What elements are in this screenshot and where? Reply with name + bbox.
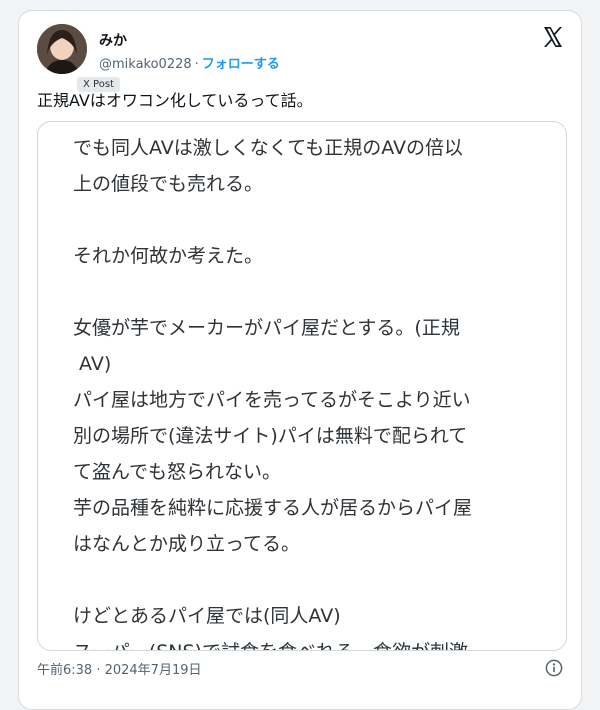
media-text-block: にされる。でも同人AVは激しくなくても正規のAVの倍以上の値段でも売れる。 それ… <box>73 122 536 650</box>
media-text-line: て盗んでも怒られない。 <box>73 461 282 483</box>
follow-button[interactable]: フォローする <box>202 57 280 72</box>
media-text-line: 女優が芋でメーカーがパイ屋だとする。(正規 <box>73 317 460 339</box>
post-media-image[interactable]: にされる。でも同人AVは激しくなくても正規のAVの倍以上の値段でも売れる。 それ… <box>37 121 567 651</box>
media-text-line <box>73 274 536 310</box>
media-text-line: にされる。 <box>73 122 536 130</box>
media-text-line: はなんとか成り立ってる。 <box>73 533 301 555</box>
media-text-line: AV) <box>73 353 112 375</box>
media-text-line: けどとあるパイ屋では(同人AV) <box>73 605 341 627</box>
media-text-line: それか何故か考えた。 <box>73 245 264 267</box>
media-text-line: 芋の品種を純粋に応援する人が居るからパイ屋 <box>73 497 473 519</box>
user-handle[interactable]: @mikako0228 <box>99 57 192 72</box>
handle-row: @mikako0228 · フォローする <box>99 53 280 72</box>
media-text-line: 上の値段でも売れる。 <box>73 173 264 195</box>
media-text-line: パイ屋は地方でパイを売ってるがそこより近い <box>73 389 471 411</box>
avatar[interactable] <box>37 24 87 74</box>
tooltip: X Post <box>77 77 120 92</box>
media-text-line: スーパー(SNS)で試食を食べれる。食欲が刺激 <box>73 634 536 650</box>
display-name[interactable]: みか <box>99 30 127 50</box>
media-text-line <box>73 562 536 598</box>
media-text-line <box>73 202 536 238</box>
timestamp[interactable]: 午前6:38 · 2024年7月19日 <box>37 659 202 678</box>
x-logo-icon[interactable] <box>541 25 565 49</box>
separator-dot: · <box>194 57 199 72</box>
post-card: みか @mikako0228 · フォローする 正規AVはオワコン化しているって話。… <box>18 10 582 710</box>
info-icon[interactable] <box>545 659 563 677</box>
media-text-line: でも同人AVは激しくなくても正規のAVの倍以 <box>73 137 464 159</box>
media-text-line: 別の場所で(違法サイト)パイは無料で配られて <box>73 425 468 447</box>
